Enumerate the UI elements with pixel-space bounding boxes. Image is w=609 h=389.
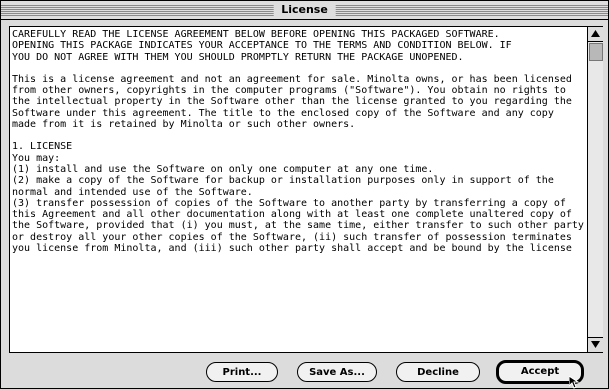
mouse-pointer-icon: [569, 376, 580, 389]
license-paragraph-section-1: 1. LICENSE You may: (1) install and use …: [12, 141, 584, 255]
save-as-button[interactable]: Save As...: [297, 362, 377, 382]
title-bar[interactable]: License: [1, 1, 608, 20]
license-text-area: CAREFULLY READ THE LICENSE AGREEMENT BEL…: [12, 29, 586, 350]
scroll-down-button[interactable]: [588, 337, 603, 352]
down-arrow-icon: [591, 341, 600, 348]
window-title: License: [273, 2, 336, 18]
decline-button[interactable]: Decline: [396, 362, 480, 382]
print-button[interactable]: Print...: [206, 362, 278, 382]
vertical-scrollbar[interactable]: [587, 27, 603, 352]
license-paragraph-warning: CAREFULLY READ THE LICENSE AGREEMENT BEL…: [12, 29, 512, 63]
license-paragraph-agreement: This is a license agreement and not an a…: [12, 73, 572, 131]
license-window: License CAREFULLY READ THE LICENSE AGREE…: [0, 0, 609, 389]
license-text-box[interactable]: CAREFULLY READ THE LICENSE AGREEMENT BEL…: [9, 26, 603, 353]
up-arrow-icon: [591, 30, 600, 37]
scroll-up-button[interactable]: [588, 27, 603, 42]
scroll-thumb[interactable]: [589, 43, 603, 61]
